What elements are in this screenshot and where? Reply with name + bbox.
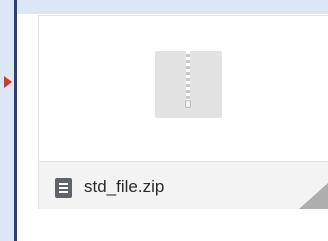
zipper-pull [185,100,191,108]
page-corner-fold-icon [299,183,328,209]
attachment-file-name: std_file.zip [84,177,165,196]
attachment-preview[interactable] [39,16,328,161]
document-icon [55,178,72,198]
left-border-line [14,0,17,241]
pointer-arrow-icon [4,76,12,88]
zipper-stripe [186,51,190,103]
left-background-band [0,0,14,241]
attachment-footer[interactable]: std_file.zip [39,161,328,209]
top-background-band [0,0,328,14]
viewport: std_file.zip [0,0,328,241]
attachment-card[interactable]: std_file.zip [38,15,328,209]
zip-archive-icon [155,51,222,118]
